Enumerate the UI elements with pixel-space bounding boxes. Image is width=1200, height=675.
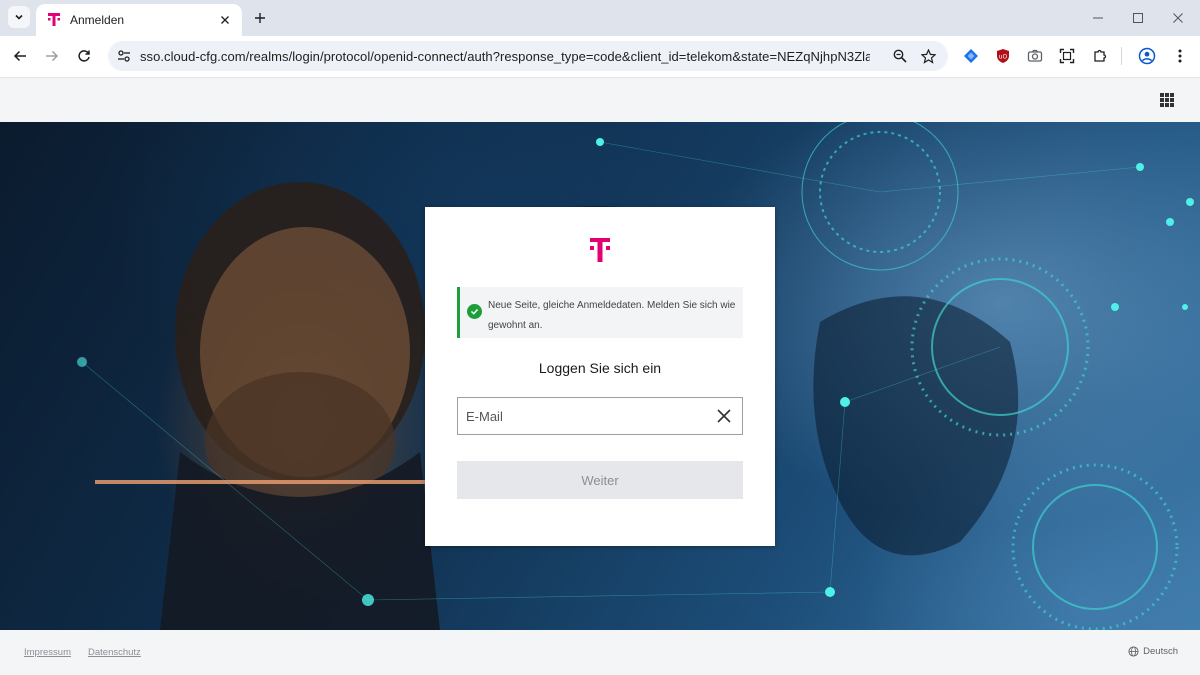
extension-diamond-icon[interactable]: [959, 44, 983, 68]
page-header: [0, 77, 1200, 122]
login-heading: Loggen Sie sich ein: [538, 360, 662, 376]
toolbar-separator: [1121, 47, 1122, 65]
zoom-icon[interactable]: [890, 46, 910, 66]
address-bar[interactable]: sso.cloud-cfg.com/realms/login/protocol/…: [108, 41, 948, 71]
svg-text:uO: uO: [999, 54, 1008, 61]
maximize-icon[interactable]: [1126, 6, 1150, 30]
camera-icon[interactable]: [1023, 44, 1047, 68]
url-text[interactable]: sso.cloud-cfg.com/realms/login/protocol/…: [140, 49, 870, 64]
tab-close-icon[interactable]: [216, 11, 234, 29]
apps-grid-icon[interactable]: [1160, 93, 1174, 107]
tab-search-button[interactable]: [8, 6, 30, 28]
close-window-icon[interactable]: [1166, 6, 1190, 30]
next-button[interactable]: Weiter: [457, 461, 743, 499]
language-label: Deutsch: [1143, 646, 1178, 657]
clear-input-close-icon[interactable]: [716, 408, 732, 424]
language-selector[interactable]: Deutsch: [1128, 646, 1178, 657]
ublock-shield-icon[interactable]: uO: [991, 44, 1015, 68]
datenschutz-link[interactable]: Datenschutz: [88, 647, 141, 658]
success-check-icon: [467, 304, 482, 319]
globe-icon: [1128, 646, 1139, 657]
back-arrow-icon[interactable]: [8, 44, 32, 68]
forward-arrow-icon[interactable]: [40, 44, 64, 68]
screenshot-capture-icon[interactable]: [1055, 44, 1079, 68]
new-tab-plus-icon[interactable]: [250, 8, 270, 28]
browser-menu-kebab-icon[interactable]: [1168, 44, 1192, 68]
tab-title: Anmelden: [70, 13, 125, 27]
profile-avatar-icon[interactable]: [1135, 44, 1159, 68]
reload-icon[interactable]: [72, 44, 96, 68]
email-field[interactable]: [457, 397, 743, 435]
bookmark-star-icon[interactable]: [918, 46, 938, 66]
impressum-link[interactable]: Impressum: [24, 647, 71, 658]
browser-tab-bar: Anmelden: [0, 0, 1200, 36]
login-card: Neue Seite, gleiche Anmeldedaten. Melden…: [425, 207, 775, 546]
site-info-tune-icon[interactable]: [114, 46, 134, 66]
telekom-favicon-icon: [46, 12, 62, 28]
page-footer: Impressum Datenschutz Deutsch: [0, 630, 1200, 675]
notice-text: Neue Seite, gleiche Anmeldedaten. Melden…: [488, 300, 736, 331]
minimize-icon[interactable]: [1086, 6, 1110, 30]
email-input[interactable]: [466, 407, 706, 425]
browser-tab-active[interactable]: Anmelden: [36, 4, 242, 36]
info-notice: Neue Seite, gleiche Anmeldedaten. Melden…: [457, 287, 743, 338]
telekom-t-logo-icon: [588, 238, 612, 264]
chevron-down-icon: [15, 14, 23, 20]
extensions-puzzle-icon[interactable]: [1088, 44, 1112, 68]
